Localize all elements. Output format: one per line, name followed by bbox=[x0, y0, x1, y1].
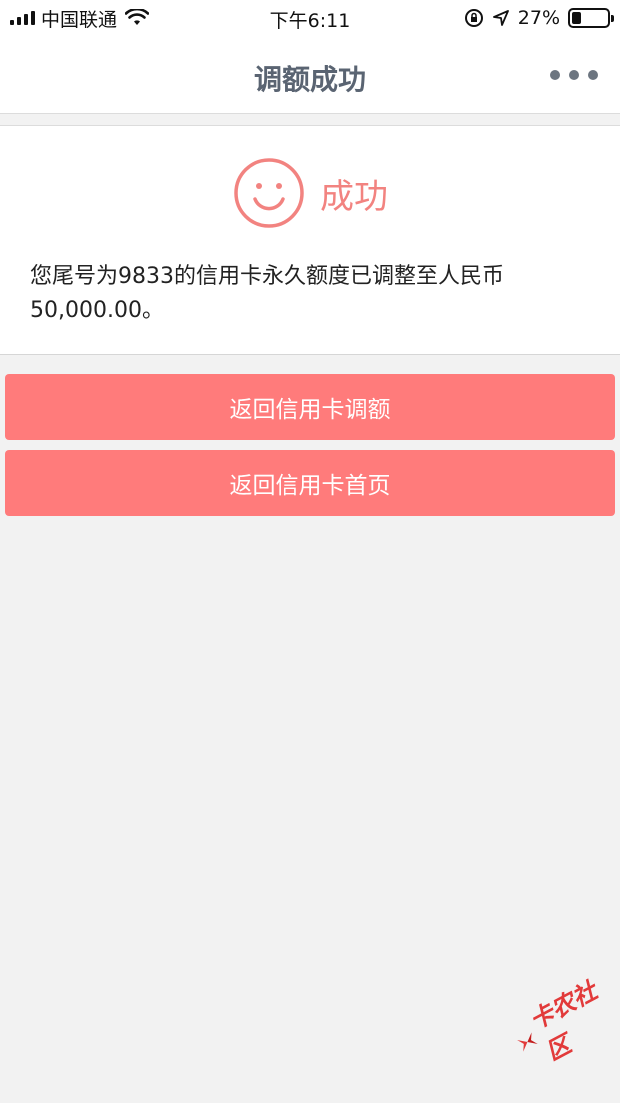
battery-fill bbox=[572, 12, 581, 24]
status-bar: 中国联通 下午6:11 27% bbox=[0, 0, 620, 36]
page-title: 调额成功 bbox=[253, 63, 366, 96]
result-title: 成功 bbox=[320, 176, 388, 217]
status-right: 27% bbox=[464, 6, 614, 30]
nav-bar: 调额成功 bbox=[0, 36, 620, 114]
back-to-adjust-button[interactable]: 返回信用卡调额 bbox=[5, 374, 615, 440]
page: 中国联通 下午6:11 27% 调额成功 成功 您尾号为9833的信用卡永久额度… bbox=[0, 0, 620, 1103]
more-icon[interactable] bbox=[550, 70, 598, 80]
smile-icon bbox=[234, 158, 304, 228]
back-to-home-button[interactable]: 返回信用卡首页 bbox=[5, 450, 615, 516]
watermark-text: 卡农社区 bbox=[524, 976, 602, 1067]
watermark: 卡农社区 bbox=[502, 968, 620, 1078]
battery-icon bbox=[568, 8, 614, 28]
result-header: 成功 bbox=[0, 156, 620, 230]
location-arrow-icon bbox=[492, 10, 509, 26]
result-card: 成功 您尾号为9833的信用卡永久额度已调整至人民币 50,000.00。 bbox=[0, 125, 620, 355]
rotation-lock-icon bbox=[464, 9, 483, 27]
battery-percent: 27% bbox=[517, 7, 560, 29]
result-message: 您尾号为9833的信用卡永久额度已调整至人民币 50,000.00。 bbox=[30, 264, 504, 323]
